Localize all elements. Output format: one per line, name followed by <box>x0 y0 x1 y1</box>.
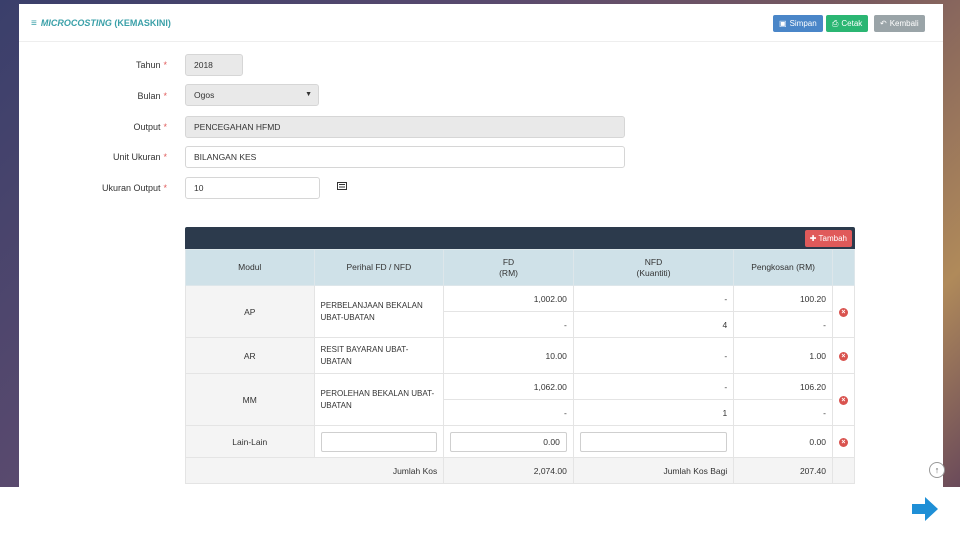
col-cost: Pengkosan (RM) <box>733 249 833 286</box>
next-arrow-icon[interactable] <box>911 495 939 523</box>
row-fd: 1,002.00 <box>443 285 574 312</box>
row-fd: 10.00 <box>443 337 574 374</box>
total-label: Jumlah Kos <box>184 457 445 484</box>
col-action <box>831 249 856 286</box>
back-button[interactable]: ↶ Kembali <box>874 15 925 32</box>
col-nfd: NFD (Kuantiti) <box>572 249 735 286</box>
row-perihal: PEROLEHAN BEKALAN UBAT-UBATAN <box>313 373 445 426</box>
chevron-down-icon: ▼ <box>305 91 312 98</box>
delete-icon[interactable]: × <box>838 396 848 405</box>
plus-icon: ✚ <box>809 234 817 243</box>
row-modul: AP <box>185 285 315 338</box>
save-icon: ▣ <box>779 19 787 28</box>
calculator-icon[interactable] <box>337 182 347 190</box>
delete-icon[interactable]: × <box>838 352 848 361</box>
output-label: Output * <box>133 122 167 132</box>
delete-cell: × <box>831 373 856 426</box>
title-main: MICROCOSTING <box>40 18 112 28</box>
costing-table: Modul Perihal FD / NFD FD (RM) NFD (Kuanti… <box>184 249 856 484</box>
row-perihal: PERBELANJAAN BEKALAN UBAT-UBATAN <box>313 285 445 338</box>
row-fd: 0.00 <box>443 425 574 458</box>
delete-cell: × <box>831 337 856 374</box>
total-fd: 2,074.00 <box>443 457 574 484</box>
row-nfd: 1 <box>572 399 735 426</box>
row-fd: - <box>443 399 574 426</box>
col-modul: Modul <box>185 249 315 286</box>
row-cost: 0.00 <box>733 425 833 458</box>
table-row: MM PEROLEHAN BEKALAN UBAT-UBATAN 1,062.0… <box>185 373 856 426</box>
delete-cell: × <box>831 425 856 458</box>
nfd-input[interactable] <box>579 431 728 452</box>
delete-cell: × <box>831 285 856 338</box>
row-nfd: 4 <box>572 311 735 338</box>
total-row: Jumlah Kos 2,074.00 Jumlah Kos Bagi 207.… <box>184 457 856 484</box>
row-nfd: - <box>572 285 735 312</box>
total-cost: 207.40 <box>733 457 833 484</box>
row-cost: - <box>733 399 833 426</box>
back-icon: ↶ <box>880 19 887 28</box>
table-row: AP PERBELANJAAN BEKALAN UBAT-UBATAN 1,00… <box>185 285 856 338</box>
row-perihal <box>313 425 445 458</box>
delete-icon[interactable]: × <box>838 308 848 317</box>
row-modul: AR <box>185 337 315 374</box>
unit-field[interactable]: BILANGAN KES <box>185 146 625 168</box>
print-icon: ⎙ <box>832 19 839 28</box>
row-fd: - <box>443 311 574 338</box>
row-fd: 1,062.00 <box>443 373 574 400</box>
hamburger-icon[interactable]: ≡ <box>31 18 37 29</box>
output-field[interactable]: PENCEGAHAN HFMD <box>185 116 625 138</box>
total-nfd-label: Jumlah Kos Bagi <box>572 457 735 484</box>
table-row: AR RESIT BAYARAN UBAT-UBATAN 10.00 - 1.0… <box>185 337 856 374</box>
card-header: ≡ MICROCOSTING (KEMASKINI) ▣ Simpan ⎙ Cetak… <box>19 4 943 42</box>
col-fd: FD (RM) <box>443 249 574 286</box>
title-sub: (KEMASKINI) <box>114 18 171 28</box>
row-cost: 1.00 <box>733 337 833 374</box>
row-modul: MM <box>185 373 315 426</box>
year-label: Tahun * <box>135 60 167 70</box>
table-row: Lain-Lain 0.00 0.00 × <box>185 425 856 458</box>
row-nfd: - <box>572 337 735 374</box>
save-button[interactable]: ▣ Simpan <box>773 15 823 32</box>
row-nfd: - <box>572 373 735 400</box>
unit-label: Unit Ukuran * <box>112 152 167 162</box>
row-nfd <box>572 425 735 458</box>
row-cost: - <box>733 311 833 338</box>
scroll-top-icon[interactable]: ↑ <box>929 462 945 478</box>
add-button[interactable]: ✚ Tambah <box>804 230 852 247</box>
table-header-row: Modul Perihal FD / NFD FD (RM) NFD (Kuanti… <box>185 249 856 286</box>
row-cost: 100.20 <box>733 285 833 312</box>
fd-input[interactable]: 0.00 <box>450 431 567 452</box>
size-label: Ukuran Output * <box>101 183 167 193</box>
year-field[interactable]: 2018 <box>185 54 243 76</box>
month-label: Bulan * <box>137 91 167 101</box>
delete-icon[interactable]: × <box>838 438 848 447</box>
month-select[interactable]: Ogos ▼ <box>185 84 319 106</box>
page-title: ≡ MICROCOSTING (KEMASKINI) <box>31 18 171 29</box>
print-button[interactable]: ⎙ Cetak <box>826 15 869 32</box>
row-cost: 106.20 <box>733 373 833 400</box>
perihal-input[interactable] <box>320 431 438 452</box>
row-modul: Lain-Lain <box>185 425 315 458</box>
row-perihal: RESIT BAYARAN UBAT-UBATAN <box>313 337 445 374</box>
table-toolbar: ✚ Tambah <box>185 227 855 249</box>
col-perihal: Perihal FD / NFD <box>313 249 445 286</box>
size-field[interactable]: 10 <box>185 177 320 199</box>
main-card: ≡ MICROCOSTING (KEMASKINI) ▣ Simpan ⎙ Cetak… <box>19 4 943 487</box>
